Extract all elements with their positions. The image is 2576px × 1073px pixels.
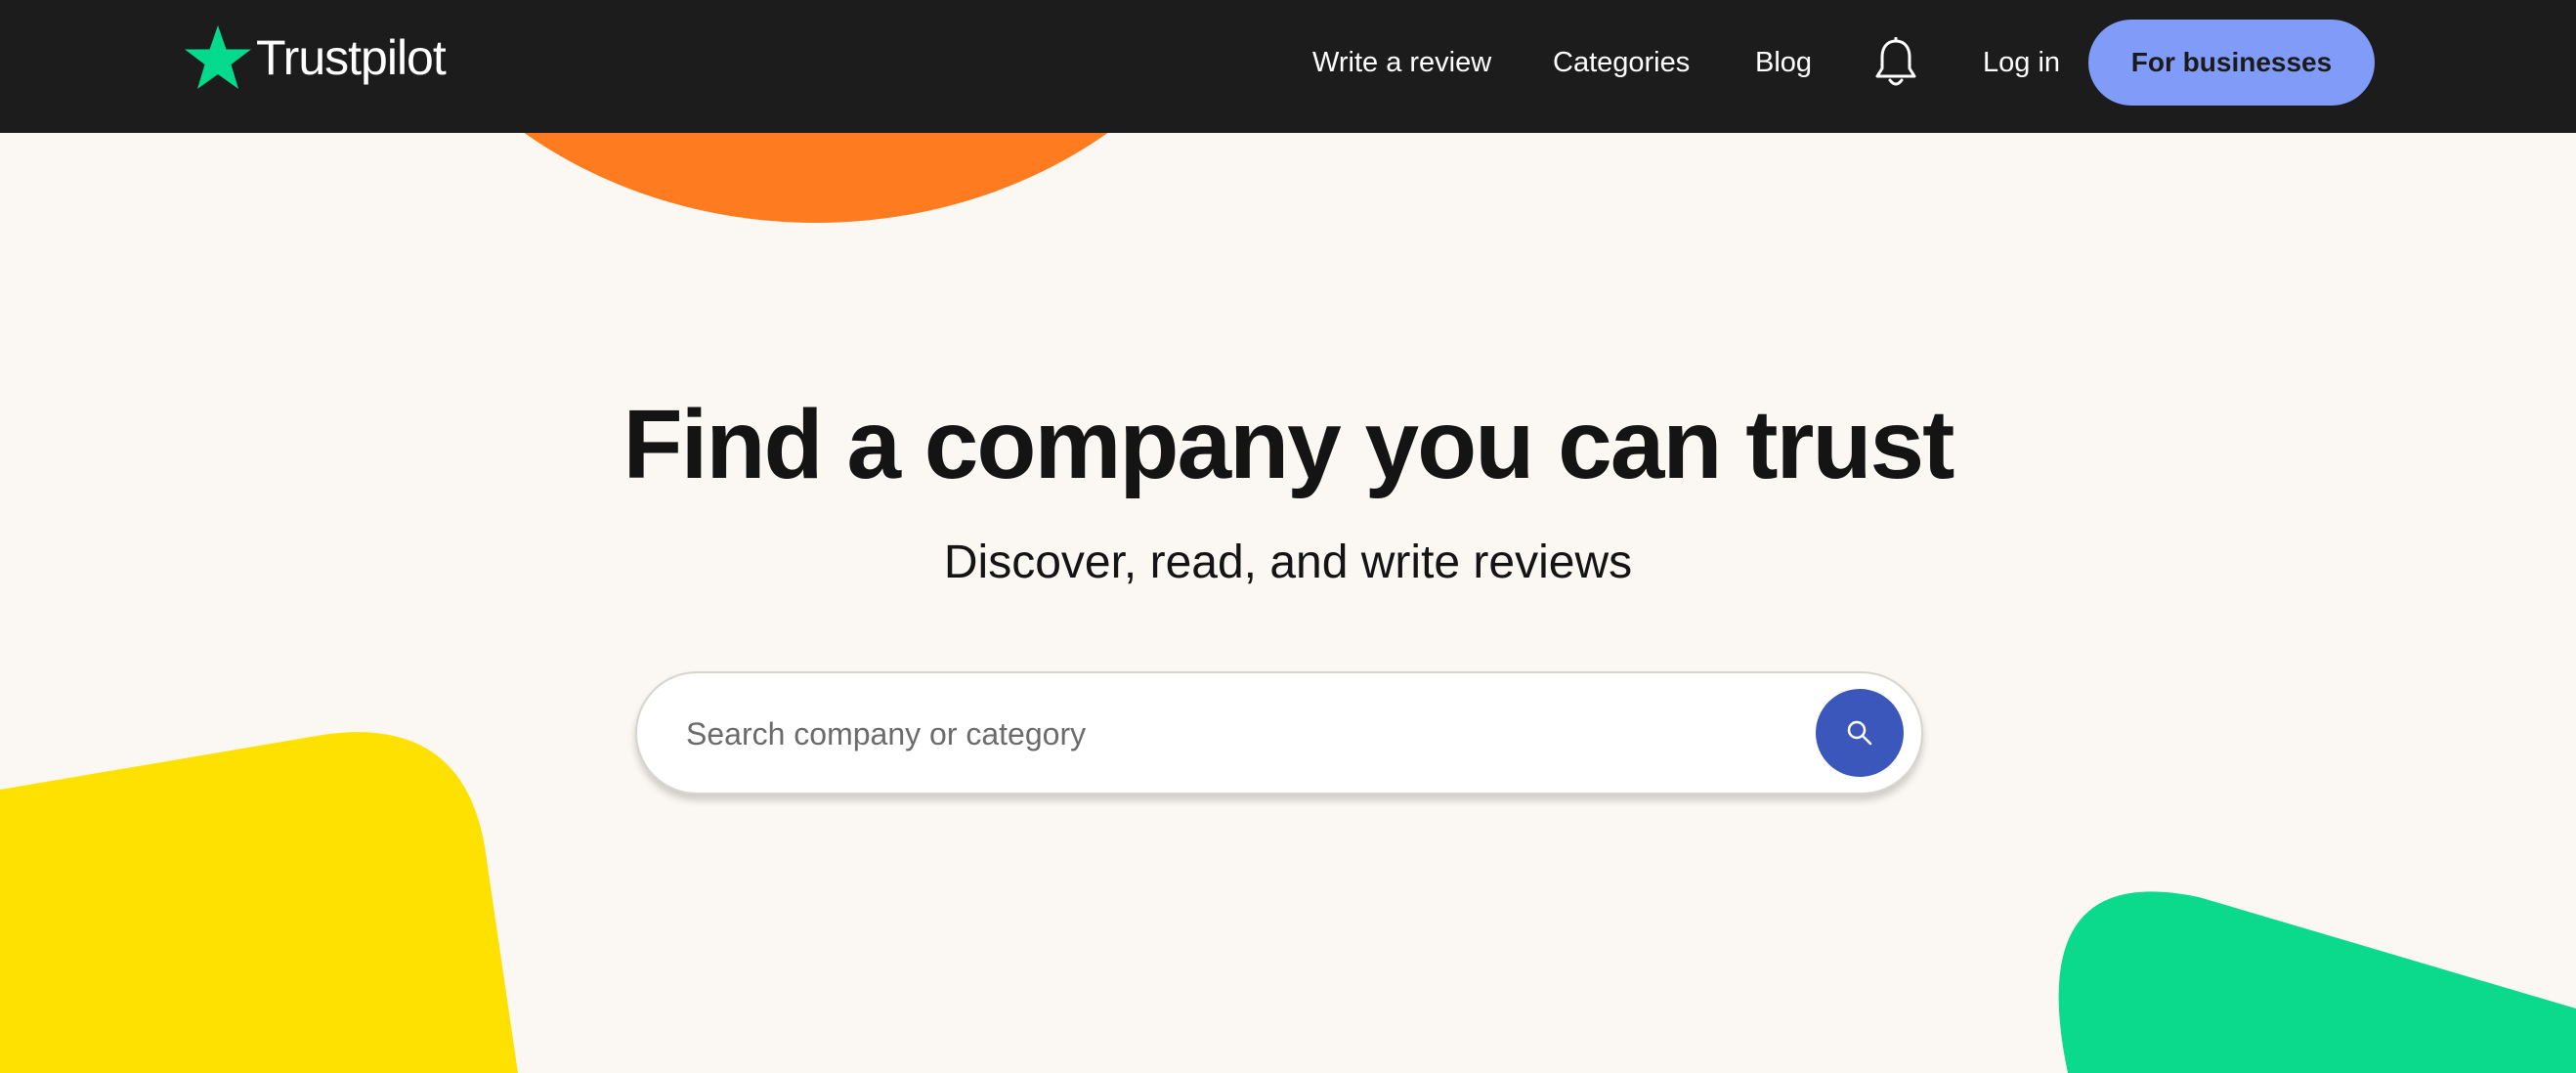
bell-icon[interactable] — [1874, 37, 1917, 90]
search-bar — [635, 671, 1923, 794]
search-icon — [1847, 720, 1872, 746]
top-navigation-bar: Trustpilot Write a review Categories Blo… — [0, 0, 2576, 133]
nav-log-in[interactable]: Log in — [1983, 43, 2060, 82]
green-shape-decoration — [2058, 891, 2576, 1073]
hero-title: Find a company you can trust — [623, 390, 1955, 499]
search-button[interactable] — [1816, 689, 1904, 777]
yellow-shape-decoration — [0, 732, 518, 1073]
nav-blog[interactable]: Blog — [1755, 43, 1812, 82]
homepage: Trustpilot Write a review Categories Blo… — [0, 0, 2576, 1073]
trustpilot-logo[interactable]: Trustpilot — [184, 23, 447, 92]
nav-write-review[interactable]: Write a review — [1312, 43, 1491, 82]
brand-name: Trustpilot — [256, 30, 447, 85]
search-input[interactable] — [684, 703, 1724, 765]
hero-subtitle: Discover, read, and write reviews — [943, 536, 1633, 588]
star-logo-icon — [185, 25, 251, 89]
nav-categories[interactable]: Categories — [1553, 43, 1690, 82]
for-businesses-button[interactable]: For businesses — [2088, 20, 2375, 106]
